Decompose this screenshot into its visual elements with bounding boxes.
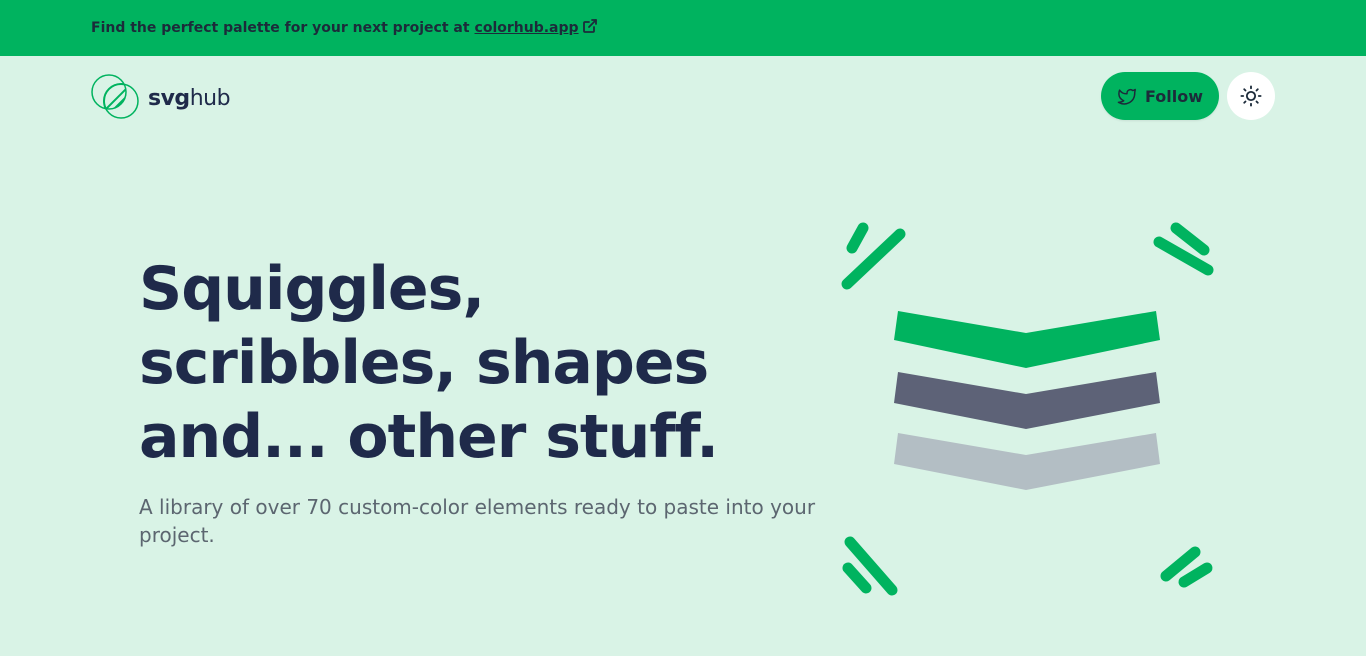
site-header: svghub Follow (0, 56, 1366, 136)
svghub-logo-icon (90, 71, 140, 125)
squiggle-stroke (846, 222, 869, 254)
logo-wordmark: svghub (148, 85, 231, 111)
follow-button-label: Follow (1144, 86, 1203, 106)
theme-toggle-button[interactable] (1227, 72, 1275, 120)
stacked-chevrons-illustration (830, 210, 1230, 614)
chevron-dark (894, 372, 1160, 429)
follow-button[interactable]: Follow (1101, 72, 1219, 120)
chevron-light (894, 433, 1160, 490)
promo-banner: Find the perfect palette for your next p… (0, 0, 1366, 56)
hero-title: Squiggles, scribbles, shapes and... othe… (139, 254, 719, 472)
logo-text-bold: svg (148, 85, 190, 111)
logo-text-regular: hub (189, 85, 231, 111)
promo-banner-text: Find the perfect palette for your next p… (91, 20, 470, 36)
squiggle-stroke (1170, 222, 1210, 256)
external-link-icon[interactable] (582, 18, 598, 38)
squiggle-stroke (1178, 562, 1213, 588)
sun-icon (1240, 85, 1262, 107)
hero-subtitle: A library of over 70 custom-color elemen… (139, 495, 816, 547)
chevron-green (894, 311, 1160, 368)
squiggle-stroke (842, 562, 872, 594)
svghub-logo[interactable]: svghub (90, 71, 231, 125)
twitter-bird-icon (1117, 88, 1136, 105)
colorhub-link[interactable]: colorhub.app (475, 20, 579, 36)
